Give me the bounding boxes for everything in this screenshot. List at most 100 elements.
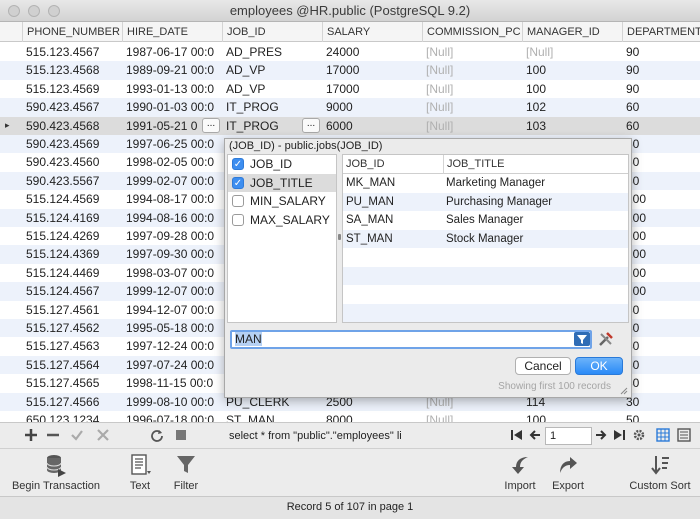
- table-cell[interactable]: 100: [522, 411, 622, 422]
- table-row[interactable]: 650.123.1234 1996-07-18 00:0 ST_MAN 8000 [Nu…: [0, 411, 700, 422]
- table-cell[interactable]: 60: [622, 172, 700, 190]
- table-cell[interactable]: 515.127.4561: [22, 301, 122, 319]
- table-cell[interactable]: 590.423.4569: [22, 135, 122, 153]
- column-option-item[interactable]: MIN_SALARY: [228, 192, 336, 211]
- column-option-item[interactable]: ✓ JOB_TITLE: [228, 173, 336, 192]
- column-header[interactable]: MANAGER_ID: [522, 22, 622, 42]
- stop-icon[interactable]: [174, 428, 188, 442]
- refresh-icon[interactable]: [150, 428, 164, 442]
- table-cell[interactable]: 30: [622, 319, 700, 337]
- grid-view-icon[interactable]: [656, 428, 670, 442]
- table-cell[interactable]: 1996-07-18 00:0: [122, 411, 222, 422]
- begin-transaction-button[interactable]: Begin Transaction: [6, 449, 106, 497]
- table-cell[interactable]: 1997-09-30 00:0: [122, 245, 222, 263]
- table-cell[interactable]: 100: [622, 227, 700, 245]
- page-number-input[interactable]: 1: [545, 427, 592, 445]
- resize-grip-icon[interactable]: [620, 387, 628, 395]
- cancel-button[interactable]: Cancel: [515, 357, 571, 375]
- table-cell[interactable]: 515.123.4567: [22, 43, 122, 61]
- table-cell[interactable]: 17000: [322, 80, 422, 98]
- table-cell[interactable]: 1997-09-28 00:0: [122, 227, 222, 245]
- table-cell[interactable]: 1987-06-17 00:0: [122, 43, 222, 61]
- table-cell[interactable]: 100: [522, 80, 622, 98]
- column-header[interactable]: SALARY: [322, 22, 422, 42]
- table-cell[interactable]: AD_PRES: [222, 43, 322, 61]
- table-cell[interactable]: 30: [622, 301, 700, 319]
- result-row[interactable]: PU_MAN Purchasing Manager: [343, 192, 628, 211]
- table-cell[interactable]: 30: [622, 356, 700, 374]
- results-header-job-title[interactable]: JOB_TITLE: [443, 155, 628, 174]
- tools-icon[interactable]: [597, 330, 615, 348]
- table-cell[interactable]: 1994-12-07 00:0: [122, 301, 222, 319]
- first-page-icon[interactable]: [510, 428, 524, 442]
- table-cell[interactable]: 90: [622, 43, 700, 61]
- table-cell[interactable]: AD_VP: [222, 61, 322, 79]
- table-cell[interactable]: [Null]: [422, 43, 522, 61]
- table-cell[interactable]: 1997-07-24 00:0: [122, 356, 222, 374]
- results-header-job-id[interactable]: JOB_ID: [343, 155, 443, 174]
- table-cell[interactable]: 17000: [322, 61, 422, 79]
- table-cell[interactable]: 515.124.4169: [22, 209, 122, 227]
- table-cell[interactable]: 515.124.4269: [22, 227, 122, 245]
- result-cell[interactable]: SA_MAN: [343, 211, 443, 229]
- result-cell[interactable]: ST_MAN: [343, 230, 443, 248]
- column-option-item[interactable]: ✓ JOB_ID: [228, 155, 336, 174]
- table-cell[interactable]: 590.423.5567: [22, 172, 122, 190]
- table-cell[interactable]: [Null]: [422, 98, 522, 116]
- table-cell[interactable]: 1997-06-25 00:0: [122, 135, 222, 153]
- table-cell[interactable]: 515.127.4564: [22, 356, 122, 374]
- hire-date-picker-button[interactable]: ...: [202, 117, 220, 133]
- result-row[interactable]: SA_MAN Sales Manager: [343, 211, 628, 230]
- table-cell[interactable]: 1994-08-16 00:0: [122, 209, 222, 227]
- table-cell[interactable]: 515.124.4369: [22, 245, 122, 263]
- table-cell[interactable]: 1990-01-03 00:0: [122, 98, 222, 116]
- column-option-checkbox[interactable]: ✓: [232, 176, 244, 189]
- column-header[interactable]: DEPARTMENT_: [622, 22, 700, 42]
- table-cell[interactable]: 1989-09-21 00:0: [122, 61, 222, 79]
- table-cell[interactable]: 590.423.4568: [22, 117, 122, 135]
- table-cell[interactable]: [Null]: [522, 43, 622, 61]
- table-cell[interactable]: 1994-08-17 00:0: [122, 190, 222, 208]
- splitter-handle[interactable]: [338, 234, 341, 240]
- delete-record-icon[interactable]: [46, 428, 60, 442]
- job-id-lookup-button[interactable]: ...: [302, 117, 320, 133]
- table-cell[interactable]: 515.127.4566: [22, 393, 122, 411]
- table-cell[interactable]: 30: [622, 337, 700, 355]
- table-cell[interactable]: [Null]: [422, 411, 522, 422]
- table-cell[interactable]: 100: [622, 209, 700, 227]
- table-cell[interactable]: [Null]: [422, 117, 522, 135]
- table-cell[interactable]: 24000: [322, 43, 422, 61]
- table-cell[interactable]: 1998-03-07 00:0: [122, 264, 222, 282]
- discard-changes-icon[interactable]: [96, 428, 110, 442]
- table-cell[interactable]: 590.423.4567: [22, 98, 122, 116]
- table-row[interactable]: 590.423.4567 1990-01-03 00:0 IT_PROG 9000 [N…: [0, 98, 700, 117]
- column-header[interactable]: COMMISSION_PC: [422, 22, 522, 42]
- form-view-icon[interactable]: [677, 428, 691, 442]
- ok-button[interactable]: OK: [575, 357, 623, 375]
- table-cell[interactable]: 1995-05-18 00:0: [122, 319, 222, 337]
- table-cell[interactable]: [Null]: [422, 80, 522, 98]
- table-cell[interactable]: 50: [622, 411, 700, 422]
- table-cell[interactable]: 1999-08-10 00:0: [122, 393, 222, 411]
- table-cell[interactable]: 515.127.4563: [22, 337, 122, 355]
- table-cell[interactable]: 102: [522, 98, 622, 116]
- table-row[interactable]: ▸ 590.423.4568 1991-05-21 0 IT_PROG 6000 [Nul…: [0, 116, 700, 135]
- previous-page-icon[interactable]: [528, 428, 542, 442]
- table-cell[interactable]: 515.124.4567: [22, 282, 122, 300]
- table-cell[interactable]: 1999-02-07 00:0: [122, 172, 222, 190]
- table-cell[interactable]: 100: [622, 264, 700, 282]
- result-cell[interactable]: PU_MAN: [343, 193, 443, 211]
- table-cell[interactable]: 590.423.4560: [22, 153, 122, 171]
- table-cell[interactable]: 90: [622, 61, 700, 79]
- table-cell[interactable]: 515.123.4569: [22, 80, 122, 98]
- custom-sort-button[interactable]: Custom Sort: [622, 449, 698, 497]
- last-page-icon[interactable]: [612, 428, 626, 442]
- table-cell[interactable]: 515.123.4568: [22, 61, 122, 79]
- table-cell[interactable]: 1993-01-13 00:0: [122, 80, 222, 98]
- table-row[interactable]: 515.123.4567 1987-06-17 00:0 AD_PRES 24000[…: [0, 43, 700, 61]
- result-cell[interactable]: MK_MAN: [343, 174, 443, 192]
- table-cell[interactable]: 8000: [322, 411, 422, 422]
- table-cell[interactable]: 9000: [322, 98, 422, 116]
- table-cell[interactable]: IT_PROG: [222, 98, 322, 116]
- table-row[interactable]: 515.123.4568 1989-09-21 00:0 AD_VP 17000 [Nu…: [0, 61, 700, 80]
